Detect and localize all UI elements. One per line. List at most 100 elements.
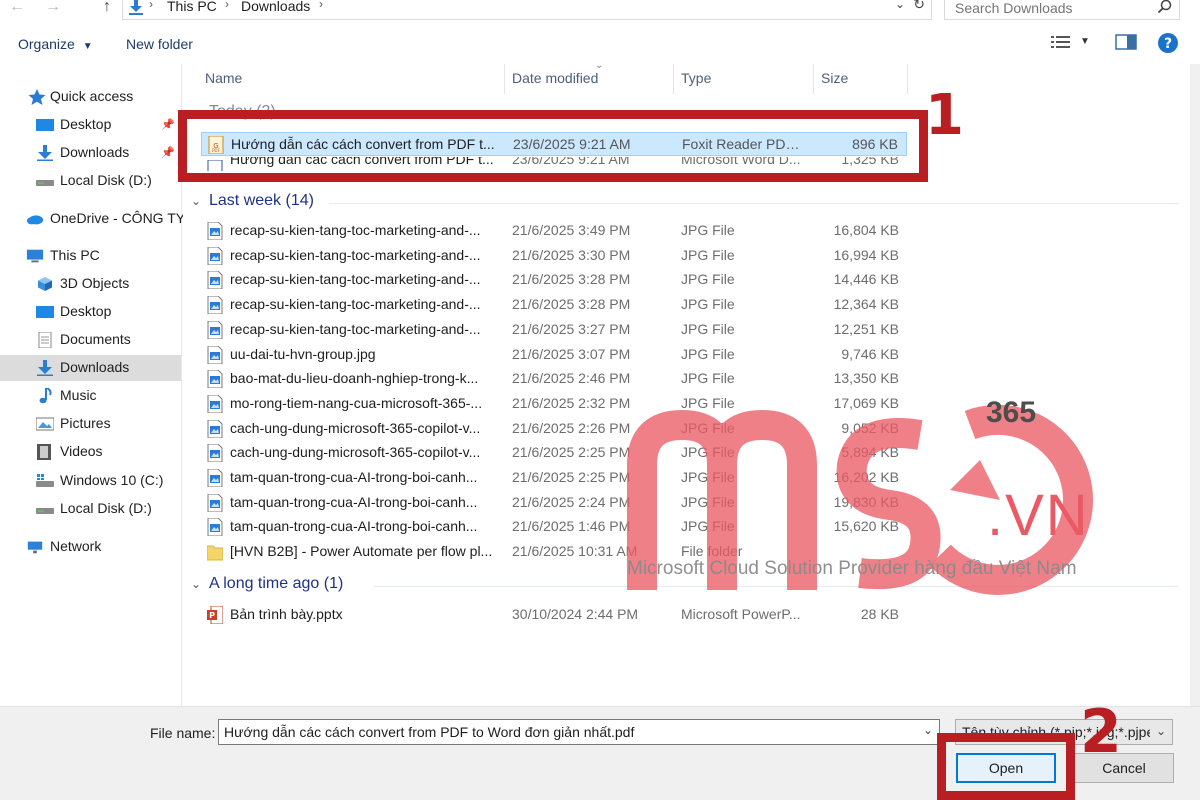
file-type: JPG File <box>681 419 735 436</box>
group-divider <box>329 203 1179 204</box>
nav-item-this-pc[interactable]: This PC <box>0 243 181 269</box>
nav-item-label: Quick access <box>50 88 134 104</box>
chevron-right-icon[interactable]: › <box>319 0 323 11</box>
download-icon <box>129 0 143 15</box>
nav-item-label: This PC <box>50 247 100 263</box>
help-icon[interactable]: ? <box>1157 32 1179 54</box>
group-header-long-ago[interactable]: ⌄ A long time ago (1) <box>191 575 343 593</box>
annotation-box-step-1 <box>178 110 928 182</box>
file-size: 5,894 KB <box>841 444 899 461</box>
image-file-icon <box>207 345 223 364</box>
nav-item-label: Pictures <box>60 415 111 431</box>
file-row[interactable]: recap-su-kien-tang-toc-marketing-and-...… <box>201 244 907 268</box>
file-row[interactable]: tam-quan-trong-cua-AI-trong-boi-canh... 2… <box>201 466 907 490</box>
column-header-type[interactable]: Type <box>681 70 711 86</box>
chevron-down-icon[interactable]: ▼ <box>1080 36 1090 47</box>
back-arrow-icon[interactable]: ← <box>8 0 26 18</box>
column-divider[interactable] <box>504 64 505 94</box>
nav-item-music[interactable]: Music <box>0 383 181 409</box>
file-row[interactable]: recap-su-kien-tang-toc-marketing-and-...… <box>201 219 907 243</box>
file-row[interactable]: tam-quan-trong-cua-AI-trong-boi-canh... 2… <box>201 515 907 539</box>
watermark-tagline: Microsoft Cloud Solution Provider hàng đ… <box>627 558 1077 579</box>
vertical-scrollbar[interactable] <box>1190 64 1200 706</box>
image-file-icon <box>207 320 223 339</box>
nav-item-onedrive[interactable]: OneDrive - CÔNG TY <box>0 206 185 232</box>
group-header-last-week[interactable]: ⌄ Last week (14) <box>191 192 314 210</box>
file-row[interactable]: recap-su-kien-tang-toc-marketing-and-...… <box>201 293 907 317</box>
up-arrow-icon[interactable]: ↑ <box>98 0 116 18</box>
nav-item-documents[interactable]: Documents <box>0 327 181 353</box>
chevron-right-icon[interactable]: › <box>225 0 229 11</box>
chevron-down-icon[interactable]: ⌄ <box>895 0 905 11</box>
file-date: 21/6/2025 3:28 PM <box>512 271 631 288</box>
nav-item-local-disk-d-pc[interactable]: Local Disk (D:) <box>0 496 181 522</box>
organize-button[interactable]: Organize ▼ <box>18 36 93 52</box>
view-details-icon[interactable] <box>1050 32 1072 52</box>
file-row[interactable]: bao-mat-du-lieu-doanh-nghiep-trong-k... 2… <box>201 367 907 391</box>
chevron-down-icon[interactable]: ⌄ <box>923 723 933 737</box>
file-row[interactable]: cach-ung-dung-microsoft-365-copilot-v...… <box>201 441 907 465</box>
column-header-size[interactable]: Size <box>821 70 848 86</box>
folder-icon <box>207 545 223 561</box>
image-file-icon <box>207 246 223 265</box>
nav-item-desktop[interactable]: Desktop 📌 <box>0 112 181 138</box>
annotation-number-1: 1 <box>925 83 964 148</box>
nav-item-desktop-pc[interactable]: Desktop <box>0 299 181 325</box>
column-header-date[interactable]: Date modified <box>512 70 598 86</box>
chevron-down-icon: ▼ <box>82 41 93 52</box>
pin-icon[interactable]: 📌 <box>161 146 175 159</box>
search-box[interactable] <box>944 0 1180 20</box>
file-row[interactable]: mo-rong-tiem-nang-cua-microsoft-365-... 2… <box>201 392 907 416</box>
file-date: 21/6/2025 3:28 PM <box>512 296 631 313</box>
file-row[interactable]: tam-quan-trong-cua-AI-trong-boi-canh... 2… <box>201 491 907 515</box>
column-divider[interactable] <box>673 64 674 94</box>
file-row[interactable]: cach-ung-dung-microsoft-365-copilot-v...… <box>201 417 907 441</box>
file-row[interactable]: recap-su-kien-tang-toc-marketing-and-...… <box>201 268 907 292</box>
file-name: cach-ung-dung-microsoft-365-copilot-v... <box>230 444 481 461</box>
annotation-box-step-2 <box>937 733 1075 800</box>
new-folder-button[interactable]: New folder <box>126 36 193 52</box>
file-name-combobox[interactable]: ⌄ <box>218 719 940 745</box>
file-name: recap-su-kien-tang-toc-marketing-and-... <box>230 222 481 238</box>
nav-item-pictures[interactable]: Pictures <box>0 411 181 437</box>
forward-arrow-icon[interactable]: → <box>44 0 62 18</box>
cloud-icon <box>26 215 44 225</box>
image-file-icon <box>207 394 223 413</box>
nav-item-downloads[interactable]: Downloads 📌 <box>0 140 181 166</box>
address-bar[interactable]: › This PC › Downloads › ⌄ ↻ <box>122 0 932 20</box>
preview-pane-icon[interactable] <box>1114 32 1138 52</box>
nav-item-downloads-pc[interactable]: Downloads <box>0 355 181 381</box>
column-divider[interactable] <box>813 64 814 94</box>
nav-item-local-disk-d[interactable]: Local Disk (D:) <box>0 168 181 194</box>
nav-item-quick-access[interactable]: Quick access <box>0 84 181 110</box>
file-type: Microsoft PowerP... <box>681 606 801 622</box>
nav-item-3d-objects[interactable]: 3D Objects <box>0 271 181 297</box>
nav-item-windows-c[interactable]: Windows 10 (C:) <box>0 468 181 494</box>
chevron-right-icon[interactable]: › <box>149 0 153 11</box>
column-divider[interactable] <box>907 64 908 94</box>
file-date: 21/6/2025 2:25 PM <box>512 444 631 461</box>
file-name-input[interactable] <box>224 723 914 741</box>
nav-item-network[interactable]: Network <box>0 534 181 560</box>
chevron-down-icon: ⌄ <box>191 194 202 208</box>
file-name: cach-ung-dung-microsoft-365-copilot-v... <box>230 419 481 436</box>
breadcrumb-downloads[interactable]: Downloads <box>241 0 310 14</box>
search-input[interactable] <box>955 0 1155 17</box>
file-name: Bản trình bày.pptx <box>230 606 343 622</box>
file-date: 21/6/2025 3:27 PM <box>512 320 631 337</box>
file-type: JPG File <box>681 370 735 387</box>
nav-item-label: OneDrive - CÔNG TY <box>50 210 186 226</box>
download-icon <box>37 360 53 376</box>
file-size: 14,446 KB <box>833 271 899 288</box>
download-icon <box>37 145 53 161</box>
pin-icon[interactable]: 📌 <box>161 118 175 131</box>
file-type: JPG File <box>681 246 735 263</box>
nav-item-label: Windows 10 (C:) <box>60 472 164 488</box>
breadcrumb-this-pc[interactable]: This PC <box>167 0 217 14</box>
nav-item-videos[interactable]: Videos <box>0 439 181 465</box>
column-header-name[interactable]: Name <box>205 70 242 86</box>
refresh-icon[interactable]: ↻ <box>913 0 925 13</box>
file-row[interactable]: uu-dai-tu-hvn-group.jpg 21/6/2025 3:07 PM… <box>201 343 907 367</box>
file-row[interactable]: P Bản trình bày.pptx 30/10/2024 2:44 PM … <box>201 603 907 627</box>
file-row[interactable]: recap-su-kien-tang-toc-marketing-and-...… <box>201 318 907 342</box>
